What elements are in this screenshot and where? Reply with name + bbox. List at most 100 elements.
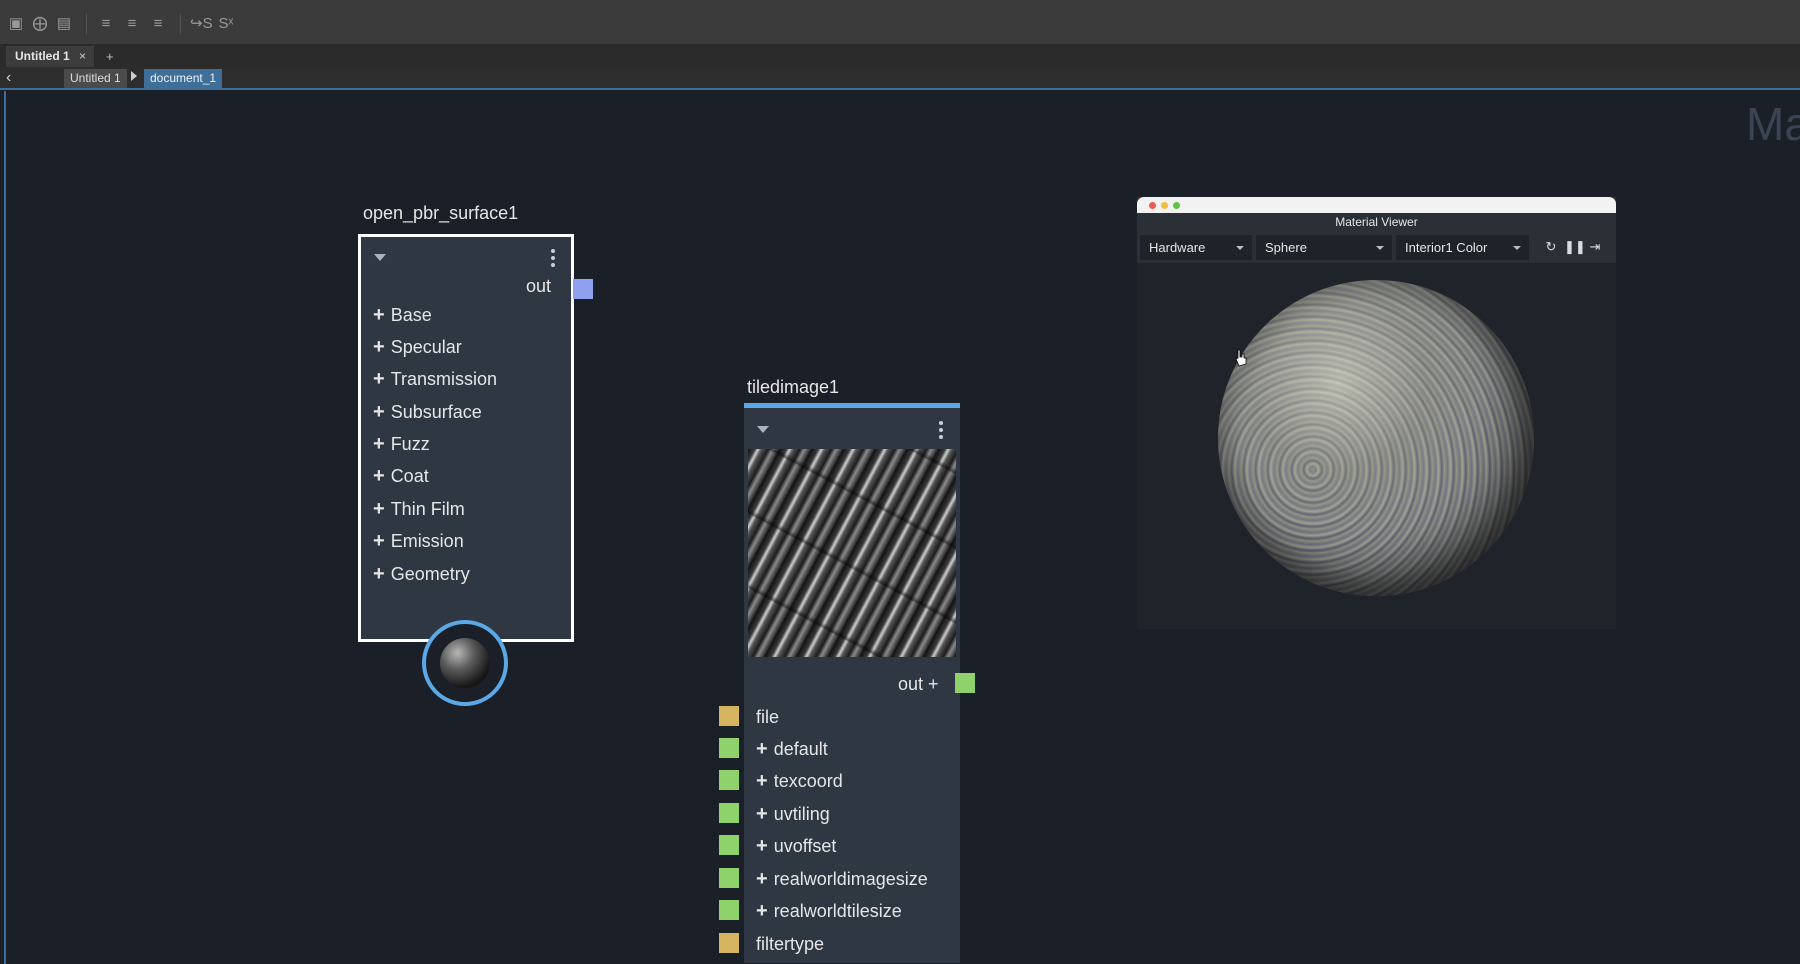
- add-node-icon[interactable]: ⨁: [30, 14, 50, 34]
- pause-icon[interactable]: ❚❚: [1564, 238, 1586, 256]
- group-specular[interactable]: + Specular: [373, 336, 462, 358]
- material-preview-thumbnail[interactable]: [422, 620, 508, 706]
- align-left-icon[interactable]: ≡: [96, 14, 116, 34]
- input-port-filtertype[interactable]: [719, 933, 739, 953]
- texture-thumbnail: [748, 449, 956, 657]
- minimize-window-icon[interactable]: [1161, 202, 1168, 209]
- material-viewer-window: Material Viewer Hardware Sphere Interior…: [1137, 197, 1616, 629]
- node-menu-icon[interactable]: [551, 249, 555, 270]
- toolbar-divider: [180, 14, 181, 34]
- pbr-node-title[interactable]: open_pbr_surface1: [363, 203, 518, 224]
- align-right-icon[interactable]: ≡: [148, 14, 168, 34]
- input-default[interactable]: + default: [756, 738, 828, 760]
- toolbar-divider: [86, 14, 87, 34]
- input-port-default[interactable]: [719, 738, 739, 758]
- group-transmission[interactable]: + Transmission: [373, 368, 497, 390]
- group-label: Coat: [390, 466, 429, 486]
- input-realworldtilesize[interactable]: + realworldtilesize: [756, 900, 902, 922]
- step-out-icon[interactable]: Sˣ: [216, 14, 236, 34]
- viewer-viewport[interactable]: [1137, 263, 1616, 629]
- chevron-down-icon: [1376, 246, 1384, 250]
- tab-label: Untitled 1: [15, 49, 70, 63]
- export-icon[interactable]: ⇥: [1586, 238, 1604, 256]
- window-titlebar[interactable]: [1137, 197, 1616, 213]
- group-subsurface[interactable]: + Subsurface: [373, 401, 482, 423]
- environment-select[interactable]: Interior1 Color: [1396, 235, 1529, 260]
- collapse-caret-icon[interactable]: [374, 254, 386, 261]
- close-window-icon[interactable]: [1149, 202, 1156, 209]
- input-port-uvtiling[interactable]: [719, 803, 739, 823]
- output-label: out +: [898, 674, 939, 694]
- chevron-down-icon: [1236, 246, 1244, 250]
- node-menu-icon[interactable]: [939, 421, 943, 442]
- group-label: Geometry: [390, 564, 470, 584]
- expand-icon: +: [373, 368, 385, 390]
- refresh-camera-icon[interactable]: ↻: [1542, 238, 1560, 256]
- node-graph-canvas[interactable]: Ma open_pbr_surface1 out +Base +Specular…: [4, 91, 1800, 964]
- group-label: Thin Film: [390, 499, 465, 519]
- expand-icon: +: [756, 835, 768, 857]
- close-icon[interactable]: ×: [79, 46, 86, 67]
- maximize-window-icon[interactable]: [1173, 202, 1180, 209]
- tiled-node-title[interactable]: tiledimage1: [747, 377, 839, 398]
- align-center-icon[interactable]: ≡: [122, 14, 142, 34]
- back-icon[interactable]: ‹: [6, 70, 11, 86]
- input-realworldimagesize[interactable]: + realworldimagesize: [756, 868, 928, 890]
- pbr-output-port[interactable]: [573, 279, 593, 299]
- group-geometry[interactable]: + Geometry: [373, 563, 470, 585]
- group-fuzz[interactable]: + Fuzz: [373, 433, 430, 455]
- input-port-file[interactable]: [719, 706, 739, 726]
- node-graph-icon[interactable]: ▣: [6, 14, 26, 34]
- tiledimage-node[interactable]: out + file + default + texcoord + uvtiling …: [744, 403, 960, 963]
- tab-untitled-1[interactable]: Untitled 1 ×: [6, 46, 94, 67]
- input-label: file: [756, 707, 780, 727]
- input-texcoord[interactable]: + texcoord: [756, 770, 843, 792]
- add-tab-button[interactable]: +: [106, 47, 114, 67]
- geometry-select[interactable]: Sphere: [1256, 235, 1392, 260]
- input-port-texcoord[interactable]: [719, 770, 739, 790]
- expand-icon: +: [756, 738, 768, 760]
- renderer-value: Hardware: [1149, 240, 1206, 255]
- tiled-output-port[interactable]: [955, 673, 975, 693]
- input-uvoffset[interactable]: + uvoffset: [756, 835, 836, 857]
- input-filtertype[interactable]: filtertype: [756, 933, 824, 955]
- input-label: uvtiling: [773, 804, 830, 824]
- input-port-realworldimagesize[interactable]: [719, 868, 739, 888]
- expand-icon: +: [756, 770, 768, 792]
- renderer-select[interactable]: Hardware: [1140, 235, 1252, 260]
- expand-icon: +: [373, 336, 385, 358]
- expand-icon: +: [373, 563, 385, 585]
- group-thin-film[interactable]: + Thin Film: [373, 498, 465, 520]
- viewer-title: Material Viewer: [1335, 215, 1418, 229]
- breadcrumb-item-document[interactable]: document_1: [144, 69, 223, 88]
- group-label: Subsurface: [390, 402, 482, 422]
- breadcrumb-item-untitled[interactable]: Untitled 1: [64, 69, 127, 88]
- document-tabbar: Untitled 1 × +: [0, 45, 1800, 67]
- chevron-down-icon: [1513, 246, 1521, 250]
- group-base[interactable]: + Base: [373, 304, 432, 326]
- expand-icon: +: [756, 803, 768, 825]
- input-uvtiling[interactable]: + uvtiling: [756, 803, 830, 825]
- sphere-preview-icon: [440, 638, 490, 688]
- environment-value: Interior1 Color: [1405, 240, 1488, 255]
- group-label: Base: [390, 305, 432, 325]
- group-label: Emission: [390, 531, 464, 551]
- group-label: Transmission: [390, 369, 498, 389]
- expand-icon: +: [373, 498, 385, 520]
- main-toolbar: ▣ ⨁ ▤ ≡ ≡ ≡ ↪S Sˣ: [0, 0, 1800, 45]
- pbr-surface-node[interactable]: out + Base + Specular + Transmission + Subsu…: [358, 234, 574, 642]
- add-image-icon[interactable]: ▤: [54, 14, 74, 34]
- group-emission[interactable]: + Emission: [373, 530, 464, 552]
- input-port-uvoffset[interactable]: [719, 835, 739, 855]
- mouse-cursor-icon: [1235, 349, 1247, 367]
- expand-icon: +: [373, 465, 385, 487]
- input-file[interactable]: file: [756, 706, 779, 728]
- input-label: texcoord: [773, 771, 843, 791]
- input-port-realworldtilesize[interactable]: [719, 900, 739, 920]
- collapse-caret-icon[interactable]: [757, 426, 769, 433]
- group-coat[interactable]: + Coat: [373, 465, 429, 487]
- group-label: Specular: [390, 337, 462, 357]
- step-into-icon[interactable]: ↪S: [190, 14, 213, 34]
- material-preview-sphere: [1218, 280, 1534, 596]
- geometry-value: Sphere: [1265, 240, 1307, 255]
